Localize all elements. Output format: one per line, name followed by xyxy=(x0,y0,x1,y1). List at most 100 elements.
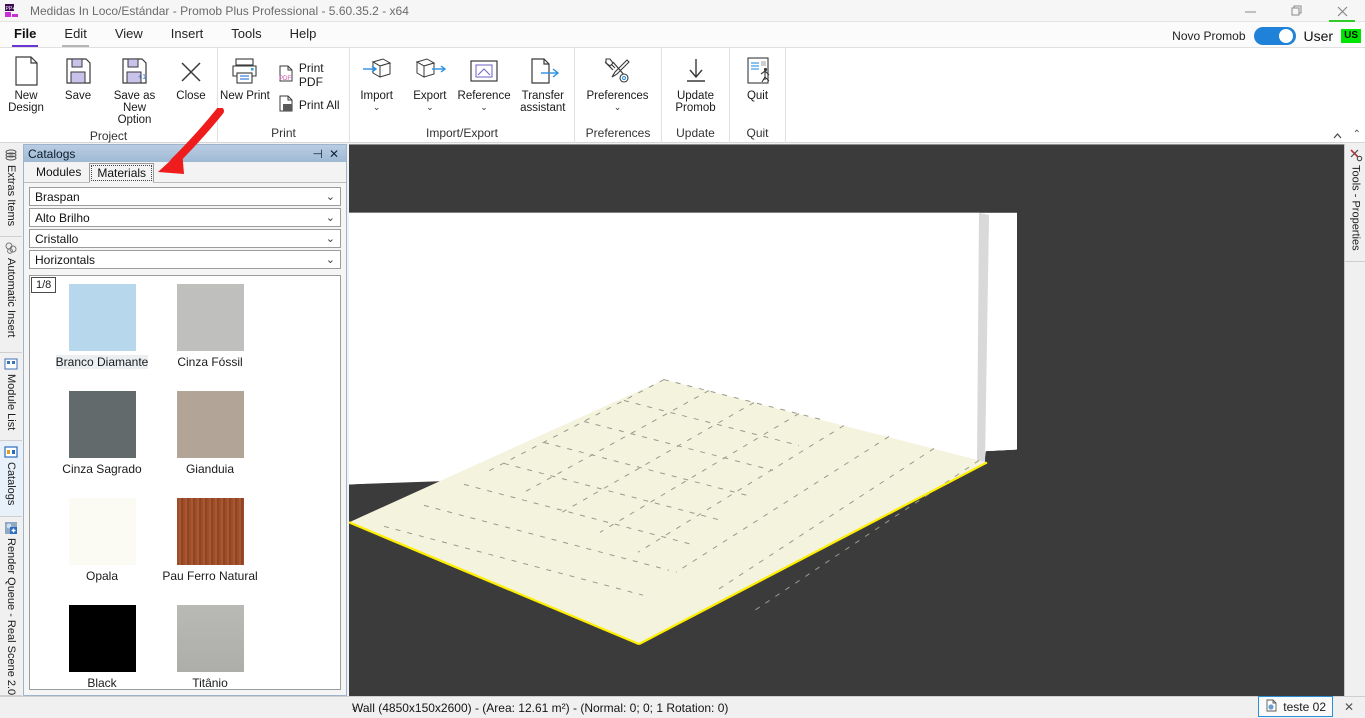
3d-scene[interactable] xyxy=(349,145,1344,696)
save-as-new-icon: +1 xyxy=(119,54,151,88)
sidebar-label-extras-items: Extras Items xyxy=(5,165,17,227)
transfer-assistant-button[interactable]: Transfer assistant xyxy=(512,52,574,116)
document-close-button[interactable]: ✕ xyxy=(1339,696,1359,717)
tab-modules[interactable]: Modules xyxy=(28,162,89,182)
material-swatch[interactable] xyxy=(176,498,244,565)
print-all-icon xyxy=(278,95,294,115)
document-icon xyxy=(1265,699,1278,715)
export-button[interactable]: Export ⌄ xyxy=(403,52,456,113)
chevron-down-icon[interactable]: ⌄ xyxy=(614,103,622,112)
ribbon-group-quit: Quit Quit xyxy=(730,48,786,143)
catalogs-panel-header: Catalogs ⊣ ✕ xyxy=(24,145,346,162)
material-swatch[interactable] xyxy=(68,605,136,672)
novo-promob-toggle[interactable] xyxy=(1253,27,1296,45)
pdf-icon: PDF xyxy=(278,65,294,85)
menu-tools[interactable]: Tools xyxy=(217,25,275,47)
ribbon-collapse-icon[interactable]: ⌃ xyxy=(1353,129,1361,140)
material-swatch[interactable] xyxy=(176,605,244,672)
import-button[interactable]: Import ⌄ xyxy=(350,52,403,113)
material-item[interactable]: Pau Ferro Natural xyxy=(156,498,264,605)
cube-import-icon xyxy=(361,54,393,88)
sidebar-item-automatic-insert[interactable]: Automatic Insert xyxy=(0,236,22,353)
filter-line-dropdown[interactable]: Cristallo ⌄ xyxy=(29,229,341,248)
transfer-assistant-label: Transfer assistant xyxy=(520,90,566,114)
tab-materials[interactable]: Materials xyxy=(89,163,155,183)
material-item[interactable]: Gianduia xyxy=(156,391,264,498)
sidebar-item-render-queue[interactable]: Render Queue - Real Scene 2.0 xyxy=(0,516,22,696)
new-print-button[interactable]: New Print xyxy=(218,52,272,104)
ribbon-scroll-up-icon[interactable] xyxy=(1330,130,1344,143)
close-design-button[interactable]: Close xyxy=(165,52,217,104)
ribbon-group-print-title: Print xyxy=(271,126,296,140)
close-icon[interactable]: ✕ xyxy=(326,147,342,161)
export-label: Export xyxy=(413,90,447,102)
menu-edit[interactable]: Edit xyxy=(50,25,100,47)
sidebar-item-catalogs[interactable]: Catalogs xyxy=(0,441,22,517)
filter-finish-dropdown[interactable]: Alto Brilho ⌄ xyxy=(29,208,341,227)
user-label[interactable]: User xyxy=(1304,28,1334,44)
app-logo-icon: PP+ xyxy=(4,3,22,19)
sidebar-item-extras-items[interactable]: Extras Items xyxy=(0,144,22,237)
save-as-new-option-button[interactable]: +1 Save as New Option xyxy=(104,52,165,128)
material-swatch[interactable] xyxy=(68,284,136,351)
material-swatch[interactable] xyxy=(68,498,136,565)
chevron-down-icon[interactable]: ⌄ xyxy=(373,103,381,112)
menu-insert[interactable]: Insert xyxy=(157,25,218,47)
window-controls xyxy=(1227,0,1365,22)
print-pdf-button[interactable]: PDF Print PDF xyxy=(274,58,349,92)
material-label: Titânio xyxy=(192,676,228,690)
new-design-button[interactable]: New Design xyxy=(0,52,52,116)
chevron-down-icon[interactable]: ⌄ xyxy=(480,103,488,112)
maximize-button[interactable] xyxy=(1273,0,1319,22)
document-tab-teste-02[interactable]: teste 02 xyxy=(1258,696,1333,717)
svg-text:+1: +1 xyxy=(138,74,146,81)
main-area: Extras Items Automatic Insert Module Lis… xyxy=(0,133,1365,718)
3d-viewport[interactable] xyxy=(349,144,1344,696)
material-item-empty xyxy=(264,391,340,498)
material-swatch[interactable] xyxy=(176,391,244,458)
locale-badge[interactable]: US xyxy=(1341,29,1361,43)
close-button[interactable] xyxy=(1319,0,1365,22)
sidebar-item-module-list[interactable]: Module List xyxy=(0,352,22,442)
material-item[interactable]: Cinza Fóssil xyxy=(156,284,264,391)
status-message: Wall (4850x150x2600) - (Area: 12.61 m²) … xyxy=(352,700,729,715)
exit-door-icon xyxy=(743,54,773,88)
material-swatch[interactable] xyxy=(176,284,244,351)
update-promob-button[interactable]: Update Promob xyxy=(662,52,729,116)
preferences-button[interactable]: Preferences ⌄ xyxy=(575,52,660,113)
status-caret-icon: › xyxy=(352,701,356,714)
ribbon-group-preferences-title: Preferences xyxy=(585,126,651,140)
material-item[interactable]: Branco Diamante xyxy=(48,284,156,391)
material-item[interactable]: Cinza Sagrado xyxy=(48,391,156,498)
material-swatch-area: 1/8 Branco Diamante Cinza Fóssil Cinza S… xyxy=(29,275,341,690)
reference-label: Reference xyxy=(457,90,511,102)
sidebar-item-tools-properties[interactable]: Tools - Properties xyxy=(1345,144,1365,262)
material-item[interactable]: Black xyxy=(48,605,156,689)
quit-button[interactable]: Quit xyxy=(730,52,785,104)
tools-properties-icon xyxy=(1349,148,1363,162)
save-disk-icon xyxy=(63,54,93,88)
menu-file[interactable]: File xyxy=(0,25,50,47)
filter-brand-dropdown[interactable]: Braspan ⌄ xyxy=(29,187,341,206)
save-button[interactable]: Save xyxy=(52,52,104,104)
material-swatch[interactable] xyxy=(68,391,136,458)
chevron-down-icon[interactable]: ⌄ xyxy=(426,103,434,112)
sidebar-label-render-queue: Render Queue - Real Scene 2.0 xyxy=(5,537,17,695)
catalogs-panel-title: Catalogs xyxy=(28,146,76,161)
svg-text:PP+: PP+ xyxy=(6,6,16,12)
material-item-empty xyxy=(264,605,340,689)
download-arrow-icon xyxy=(682,54,710,88)
minimize-button[interactable] xyxy=(1227,0,1273,22)
stack-icon xyxy=(4,148,18,162)
reference-button[interactable]: Reference ⌄ xyxy=(457,52,512,113)
pin-icon[interactable]: ⊣ xyxy=(309,147,325,161)
print-all-button[interactable]: Print All xyxy=(274,92,349,118)
import-label: Import xyxy=(360,90,393,102)
menu-view[interactable]: View xyxy=(101,25,157,47)
material-item[interactable]: Opala xyxy=(48,498,156,605)
filter-orientation-dropdown[interactable]: Horizontals ⌄ xyxy=(29,250,341,269)
material-item[interactable]: Titânio xyxy=(156,605,264,690)
menu-help[interactable]: Help xyxy=(276,25,331,47)
save-as-new-option-label: Save as New Option xyxy=(113,90,156,126)
ribbon-group-update: Update Promob Update xyxy=(662,48,730,143)
